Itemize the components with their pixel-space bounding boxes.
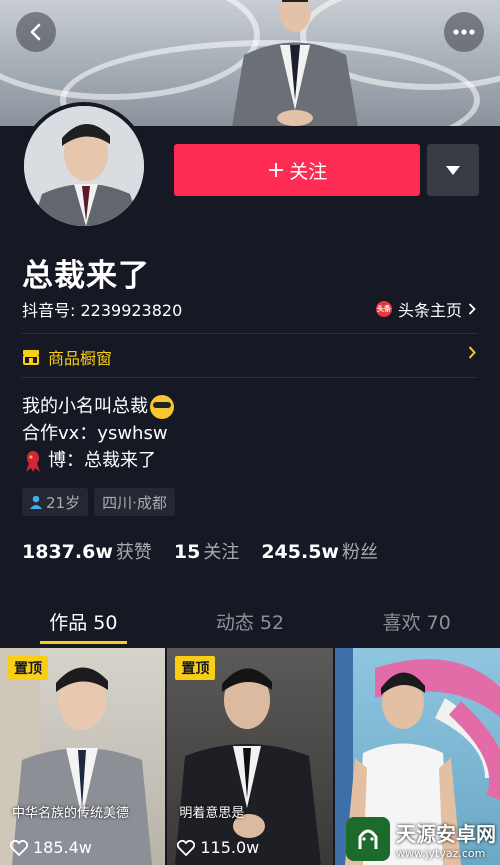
video-thumbnail[interactable]: 置顶 中华名族的传统美德 185.4w xyxy=(0,648,166,865)
chevron-right-icon xyxy=(468,303,476,315)
followers-count: 245.5w xyxy=(261,541,339,563)
likes-count: 185.4w xyxy=(33,838,92,857)
location-tag: 四川·成都 xyxy=(94,488,175,516)
profile-tags: 21岁 四川·成都 xyxy=(22,488,175,516)
watermark-url: www.jytyaz.com xyxy=(395,847,486,860)
likes-stat[interactable]: 1837.6w 获赞 xyxy=(22,538,152,564)
video-caption: 明着意思是 xyxy=(179,806,245,821)
back-button[interactable] xyxy=(16,12,56,52)
location-label: 四川·成都 xyxy=(102,493,167,512)
likes-count: 115.0w xyxy=(200,838,260,857)
more-dots-icon xyxy=(453,29,475,35)
tab-likes[interactable]: 喜欢 70 xyxy=(333,596,500,646)
bio-line: 我的小名叫总裁 xyxy=(22,396,148,417)
video-thumbnail[interactable]: 天源安卓网 www.jytyaz.com xyxy=(334,648,500,865)
watermark-text: 天源安卓网 www.jytyaz.com xyxy=(396,818,496,860)
chevron-left-icon xyxy=(30,23,41,41)
video-likes: 115.0w xyxy=(177,838,259,857)
caret-down-icon xyxy=(446,165,460,175)
follow-button[interactable]: + 关注 xyxy=(174,144,420,196)
recommend-dropdown-button[interactable] xyxy=(427,144,479,196)
watermark-name: 天源安卓网 xyxy=(395,822,496,846)
profile-stats: 1837.6w 获赞 15 关注 245.5w 粉丝 xyxy=(22,538,378,564)
douyin-id[interactable]: 抖音号: 2239923820 xyxy=(22,297,182,321)
site-logo-icon xyxy=(345,817,390,861)
video-likes: 185.4w xyxy=(10,838,92,857)
bio-line: 合作vx：yswhsw xyxy=(22,423,168,444)
more-button[interactable] xyxy=(444,12,484,52)
following-count: 15 xyxy=(173,541,201,563)
sunglasses-emoji-icon xyxy=(150,394,174,419)
avatar[interactable] xyxy=(20,102,148,230)
toutiao-homepage-link[interactable]: 头条 头条主页 xyxy=(375,297,476,321)
chevron-right-icon[interactable] xyxy=(468,343,476,364)
male-icon xyxy=(30,495,42,509)
age-label: 21岁 xyxy=(46,493,81,512)
heart-icon xyxy=(10,839,28,856)
site-watermark: 天源安卓网 www.jytyaz.com xyxy=(345,817,496,861)
toutiao-icon: 头条 xyxy=(375,301,392,317)
likes-count: 1837.6w xyxy=(22,541,113,563)
following-label: 关注 xyxy=(203,542,240,563)
followers-label: 粉丝 xyxy=(341,542,378,563)
shop-label: 商品橱窗 xyxy=(48,349,113,368)
tab-posts[interactable]: 动态 52 xyxy=(167,596,334,646)
profile-tabs: 作品 50 动态 52 喜欢 70 xyxy=(0,596,500,646)
pinned-badge: 置顶 xyxy=(175,656,216,680)
divider xyxy=(22,333,478,334)
bio-line: 博：总裁来了 xyxy=(48,450,156,471)
divider xyxy=(22,377,478,378)
plus-icon: + xyxy=(266,157,286,183)
followers-stat[interactable]: 245.5w 粉丝 xyxy=(261,538,378,564)
avatar-photo xyxy=(24,106,144,226)
video-thumbnail[interactable]: 置顶 明着意思是 115.0w xyxy=(167,648,333,865)
follow-button-label: 关注 xyxy=(289,160,328,183)
product-showcase-link[interactable]: 商品橱窗 xyxy=(22,345,112,369)
age-tag: 21岁 xyxy=(22,488,89,516)
weibo-icon xyxy=(26,450,40,472)
pinned-badge: 置顶 xyxy=(8,656,48,680)
cover-person-photo xyxy=(232,0,358,126)
profile-name: 总裁来了 xyxy=(22,258,150,294)
following-stat[interactable]: 15 关注 xyxy=(174,538,239,564)
video-cover-image xyxy=(0,648,152,865)
heart-icon xyxy=(177,839,196,856)
video-grid: 置顶 中华名族的传统美德 185.4w 置顶 明着意思是 115.0w 天源安卓… xyxy=(0,648,500,865)
shop-icon xyxy=(23,350,39,365)
likes-label: 获赞 xyxy=(115,542,152,563)
tab-works[interactable]: 作品 50 xyxy=(0,596,167,646)
video-cover-image xyxy=(175,668,322,865)
toutiao-label: 头条主页 xyxy=(397,301,462,320)
bio: 我的小名叫总裁 合作vx：yswhsw 博：总裁来了 xyxy=(22,393,174,474)
video-caption: 中华名族的传统美德 xyxy=(12,806,130,821)
